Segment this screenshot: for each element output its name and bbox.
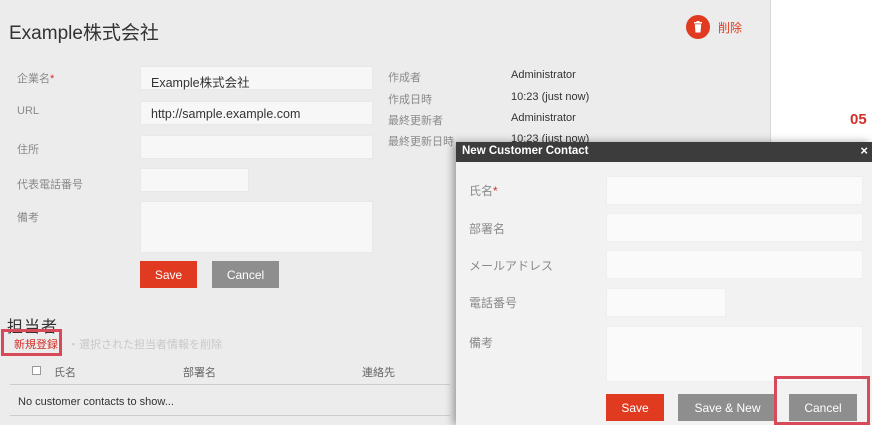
- contacts-empty-row: No customer contacts to show...: [10, 389, 450, 416]
- dialog-department-label: 部署名: [469, 222, 506, 236]
- dialog-phone-field[interactable]: [606, 288, 726, 317]
- dialog-header: New Customer Contact ×: [456, 142, 872, 162]
- updated-by-label: 最終更新者: [388, 115, 443, 127]
- address-label: 住所: [17, 144, 39, 156]
- select-all-checkbox[interactable]: [32, 366, 41, 375]
- delete-label: 削除: [718, 20, 743, 35]
- updated-at-label: 最終更新日時: [388, 136, 454, 148]
- delete-selected-link[interactable]: ・選択された担当者情報を削除: [68, 336, 222, 352]
- dialog-name-label: 氏名*: [469, 184, 498, 198]
- empty-message: No customer contacts to show...: [18, 396, 174, 408]
- column-header-name[interactable]: 氏名: [54, 364, 76, 380]
- column-header-department[interactable]: 部署名: [183, 364, 216, 380]
- url-label: URL: [17, 105, 40, 117]
- dialog-name-field[interactable]: [606, 176, 863, 205]
- dialog-email-field[interactable]: [606, 250, 863, 279]
- save-button[interactable]: Save: [140, 261, 197, 288]
- highlight-box-cancel: [774, 376, 870, 425]
- column-header-contact[interactable]: 連絡先: [362, 364, 395, 380]
- notes-label: 備考: [17, 212, 39, 224]
- notes-field[interactable]: [140, 201, 373, 253]
- page-title: Example株式会社: [9, 23, 159, 44]
- dialog-notes-label: 備考: [469, 336, 494, 350]
- dialog-title: New Customer Contact: [462, 145, 589, 157]
- trash-icon: [686, 15, 710, 39]
- created-at-value: 10:23 (just now): [511, 91, 590, 103]
- created-by-value: Administrator: [511, 69, 576, 81]
- delete-button[interactable]: 削除: [686, 15, 742, 39]
- address-field[interactable]: [140, 135, 373, 159]
- dialog-department-field[interactable]: [606, 213, 863, 242]
- url-field[interactable]: http://sample.example.com: [140, 101, 373, 125]
- new-contact-link[interactable]: 新規登録: [14, 336, 58, 352]
- dialog-save-button[interactable]: Save: [606, 394, 664, 421]
- contacts-table-header: 氏名 部署名 連絡先: [10, 358, 450, 385]
- dialog-save-new-button[interactable]: Save & New: [678, 394, 777, 421]
- background-number: 05: [850, 111, 867, 128]
- created-at-label: 作成日時: [388, 94, 432, 106]
- phone-field[interactable]: [140, 168, 249, 192]
- cancel-button[interactable]: Cancel: [212, 261, 279, 288]
- dialog-phone-label: 電話番号: [469, 296, 518, 310]
- company-name-field[interactable]: Example株式会社: [140, 66, 373, 90]
- phone-label: 代表電話番号: [17, 179, 83, 191]
- dialog-email-label: メールアドレス: [469, 259, 554, 273]
- created-by-label: 作成者: [388, 72, 421, 84]
- close-icon[interactable]: ×: [860, 143, 868, 158]
- dialog-notes-field[interactable]: [606, 326, 863, 382]
- company-name-label: 企業名*: [17, 73, 55, 85]
- updated-by-value: Administrator: [511, 112, 576, 124]
